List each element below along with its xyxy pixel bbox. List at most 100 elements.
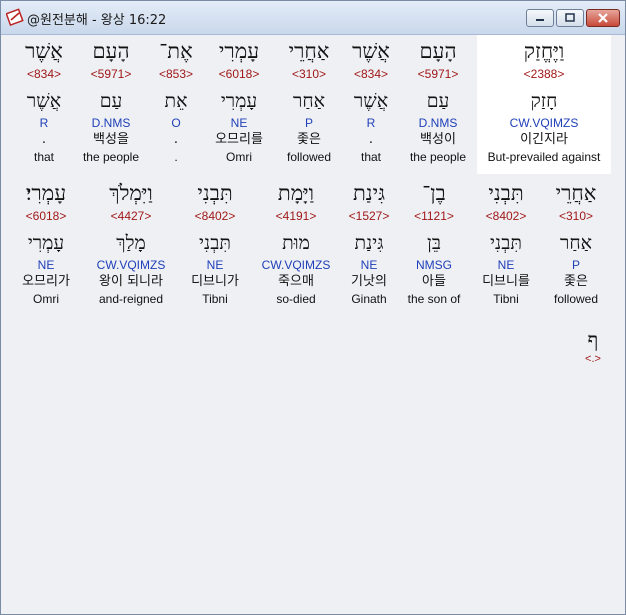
english-gloss: .: [174, 150, 178, 164]
word-cell[interactable]: וַיִּמְלֹךְ <4427> מָלַךְ CW.VQIMZS 왕이 되…: [96, 179, 166, 307]
bible-app-icon: [6, 8, 24, 26]
hebrew-lemma: מָלַךְ: [116, 232, 146, 254]
english-gloss: the people: [409, 150, 467, 164]
strong-number[interactable]: <5971>: [403, 65, 473, 83]
korean-gloss: .: [173, 132, 179, 147]
english-gloss: so-died: [276, 292, 316, 306]
word-cell[interactable]: אֲשֶׁר <834> אֲשֶׁר R . that: [9, 37, 79, 165]
morphology-code: CW.VQIMZS: [96, 258, 166, 272]
morphology-code: NE: [230, 116, 248, 130]
korean-gloss: 이긴지라: [520, 132, 568, 147]
word-cell[interactable]: וַיָּמָת <4191> מוּת CW.VQIMZS 죽으매 so-di…: [261, 179, 331, 307]
hebrew-lemma: בֵּן: [427, 232, 441, 254]
strong-number[interactable]: <4427>: [96, 207, 166, 225]
morphology-code: D.NMS: [91, 116, 131, 130]
hebrew-lemma: אֲשֶׁר: [26, 90, 62, 112]
english-gloss: Ginath: [351, 292, 387, 306]
english-gloss: that: [360, 150, 381, 164]
korean-gloss: 좇은: [297, 132, 321, 147]
hebrew-surface-word: אֲשֶׁר: [352, 39, 390, 63]
hebrew-lemma: תִּבְנִי: [490, 232, 522, 254]
hebrew-surface-word: עָמְרִי׃: [25, 181, 67, 205]
strong-number[interactable]: <8402>: [471, 207, 541, 225]
korean-gloss: .: [368, 132, 374, 147]
korean-gloss: 오므리를: [215, 132, 263, 147]
hebrew-lemma: אֲשֶׁר: [353, 90, 389, 112]
hebrew-surface-word: תִּבְנִי: [197, 181, 233, 205]
word-cell[interactable]: אַחֲרֵי <310> אַחַר P 좇은 followed: [541, 179, 611, 307]
interlinear-panel: וַיֶּחֱזַק <2388> חָזַק CW.VQIMZS 이긴지라 B…: [1, 35, 625, 614]
strong-number[interactable]: <4191>: [261, 207, 331, 225]
strong-number[interactable]: <853>: [141, 65, 211, 83]
window-title: @원전분해 - 왕상 16:22: [27, 13, 167, 28]
word-cell[interactable]: עָמְרִי <6018> עָמְרִי NE 오므리를 Omri: [204, 37, 274, 165]
app-window: @원전분해 - 왕상 16:22 וַיֶּחֱזַק <2388> חָזַק…: [0, 0, 626, 615]
strong-number[interactable]: <834>: [336, 65, 406, 83]
morphology-code: P: [304, 116, 313, 130]
korean-gloss: 아들: [422, 274, 446, 289]
hebrew-surface-word: וַיֶּחֱזַק: [523, 39, 565, 63]
title-bar[interactable]: @원전분해 - 왕상 16:22: [1, 1, 625, 35]
close-button[interactable]: [586, 9, 620, 27]
verse-end-marker: ף <.>: [575, 327, 611, 365]
strong-number[interactable]: <5971>: [76, 65, 146, 83]
korean-gloss: 죽으매: [278, 274, 314, 289]
hebrew-surface-word: וַיִּמְלֹךְ: [109, 181, 153, 205]
word-cell[interactable]: אֲשֶׁר <834> אֲשֶׁר R . that: [336, 37, 406, 165]
hebrew-lemma: עָמְרִי: [220, 90, 258, 112]
hebrew-surface-word: וַיָּמָת: [277, 181, 315, 205]
word-cell[interactable]: בֶן־ <1121> בֵּן NMSG 아들 the son of: [399, 179, 469, 307]
korean-gloss: 백성을: [93, 132, 129, 147]
korean-gloss: .: [41, 132, 47, 147]
word-cell[interactable]: גִּינַת <1527> גִּינַת NE 기낫의 Ginath: [334, 179, 404, 307]
strong-number[interactable]: <2388>: [479, 65, 609, 83]
morphology-code: D.NMS: [418, 116, 458, 130]
hebrew-surface-word: אֲשֶׁר: [25, 39, 63, 63]
english-gloss: the people: [82, 150, 140, 164]
word-cell[interactable]: אַחֲרֵי <310> אַחַר P 좇은 followed: [274, 37, 344, 165]
hebrew-lemma: עָמְרִי: [27, 232, 65, 254]
maximize-button[interactable]: [556, 9, 584, 27]
strong-number[interactable]: <8402>: [180, 207, 250, 225]
hebrew-surface-word: גִּינַת: [352, 181, 386, 205]
morphology-code: NMSG: [416, 258, 452, 272]
verse-end-glyph: ף: [587, 328, 599, 352]
word-cell[interactable]: הָעָם <5971> עַם D.NMS 백성을 the people: [76, 37, 146, 165]
english-gloss: Tibni: [202, 292, 228, 306]
morphology-code: R: [366, 116, 376, 130]
word-cell[interactable]: הָעָם <5971> עַם D.NMS 백성이 the people: [403, 37, 473, 165]
korean-gloss: 오므리가: [22, 274, 70, 289]
strong-number[interactable]: <1527>: [334, 207, 404, 225]
korean-gloss: 기낫의: [351, 274, 387, 289]
strong-number[interactable]: <1121>: [399, 207, 469, 225]
morphology-code: CW.VQIMZS: [261, 258, 331, 272]
word-cell[interactable]: תִּבְנִי <8402> תִּבְנִי NE 디브니가 Tibni: [180, 179, 250, 307]
strong-number[interactable]: <6018>: [11, 207, 81, 225]
hebrew-lemma: גִּינַת: [354, 232, 384, 254]
hebrew-lemma: אֵת: [164, 90, 188, 112]
word-cell[interactable]: עָמְרִי׃ <6018> עָמְרִי NE 오므리가 Omri: [11, 179, 81, 307]
minimize-button[interactable]: [526, 9, 554, 27]
word-cell[interactable]: אֶת־ <853> אֵת O . .: [141, 37, 211, 165]
korean-gloss: 백성이: [420, 132, 456, 147]
hebrew-lemma: עַם: [99, 90, 123, 112]
morphology-code: NE: [37, 258, 55, 272]
strong-number[interactable]: <6018>: [204, 65, 274, 83]
strong-number[interactable]: <310>: [274, 65, 344, 83]
hebrew-surface-word: הָעָם: [419, 39, 457, 63]
morphology-code: NE: [497, 258, 515, 272]
strong-number[interactable]: <310>: [541, 207, 611, 225]
hebrew-surface-word: עָמְרִי: [218, 39, 260, 63]
hebrew-surface-word: תִּבְנִי: [488, 181, 524, 205]
morphology-code: O: [171, 116, 181, 130]
english-gloss: followed: [553, 292, 599, 306]
hebrew-surface-word: בֶן־: [422, 181, 446, 205]
hebrew-lemma: אַחַר: [293, 90, 325, 112]
word-cell[interactable]: וַיֶּחֱזַק <2388> חָזַק CW.VQIMZS 이긴지라 B…: [479, 37, 609, 165]
word-cell[interactable]: תִּבְנִי <8402> תִּבְנִי NE 디브니를 Tibni: [471, 179, 541, 307]
hebrew-surface-word: אַחֲרֵי: [555, 181, 597, 205]
english-gloss: Omri: [33, 292, 59, 306]
strong-number[interactable]: <834>: [9, 65, 79, 83]
korean-gloss: 디브니가: [191, 274, 239, 289]
hebrew-lemma: אַחַר: [560, 232, 592, 254]
